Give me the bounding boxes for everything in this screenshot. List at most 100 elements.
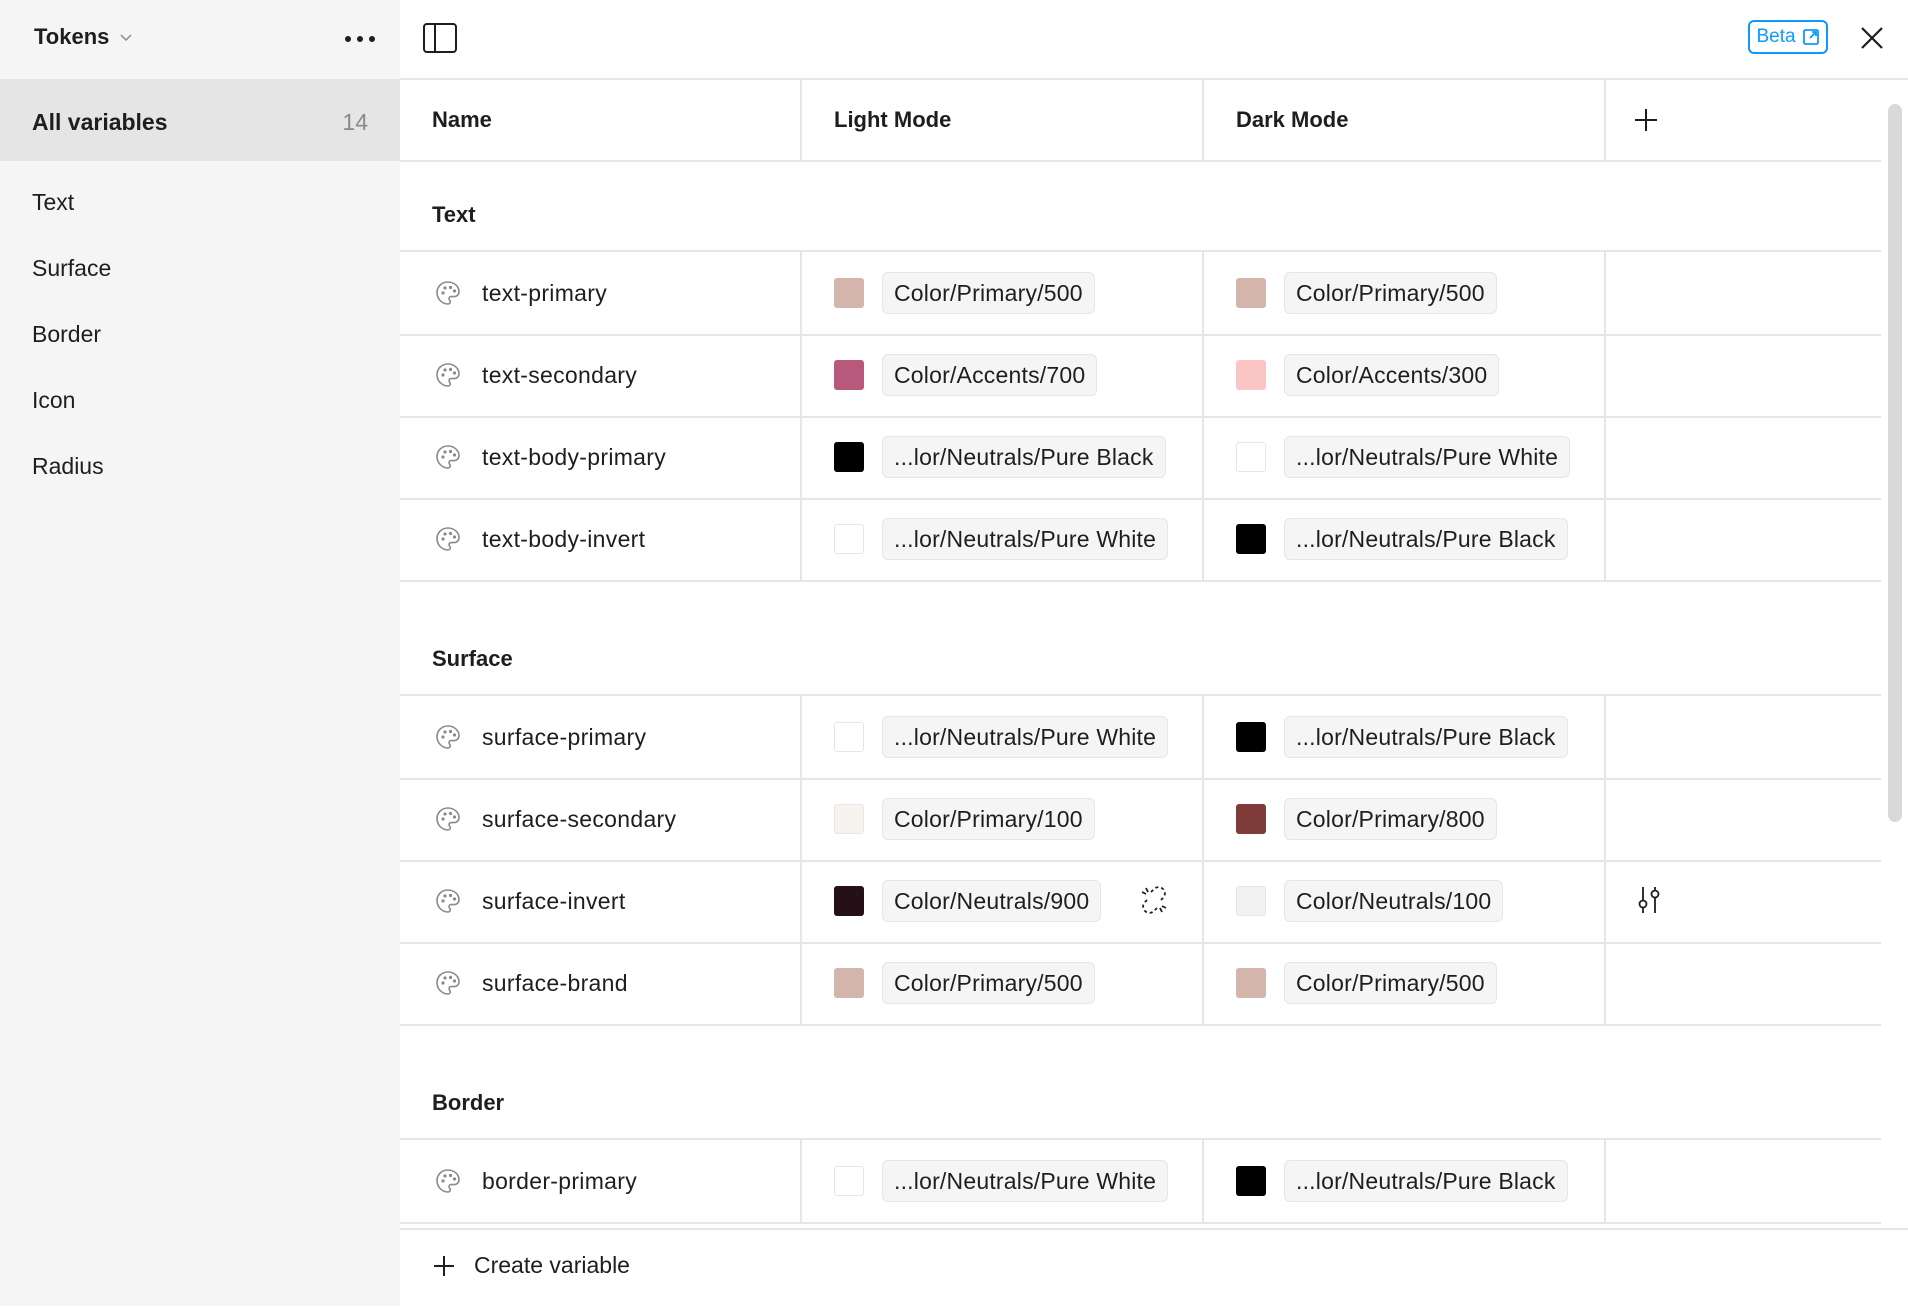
- beta-badge[interactable]: Beta: [1748, 20, 1828, 54]
- color-swatch[interactable]: [1236, 524, 1266, 554]
- variable-name-cell[interactable]: text-body-invert: [400, 498, 800, 580]
- light-mode-cell[interactable]: Color/Neutrals/900: [802, 860, 1202, 942]
- column-divider: [1604, 1140, 1606, 1222]
- color-swatch[interactable]: [834, 524, 864, 554]
- alias-pill[interactable]: Color/Primary/100: [882, 798, 1095, 840]
- add-mode-plus-icon[interactable]: [1632, 106, 1660, 134]
- variable-name-cell[interactable]: border-primary: [400, 1140, 800, 1222]
- close-icon[interactable]: [1856, 22, 1888, 54]
- variable-name-cell[interactable]: text-secondary: [400, 334, 800, 416]
- color-swatch[interactable]: [1236, 804, 1266, 834]
- panel-toggle-icon[interactable]: [422, 22, 458, 54]
- variable-name-cell[interactable]: surface-primary: [400, 696, 800, 778]
- color-swatch[interactable]: [834, 968, 864, 998]
- table-row[interactable]: text-secondary Color/Accents/700 Color/Acc…: [400, 334, 1881, 418]
- alias-pill[interactable]: ...lor/Neutrals/Pure White: [1284, 436, 1571, 478]
- color-swatch[interactable]: [834, 722, 864, 752]
- dark-mode-cell[interactable]: Color/Primary/500: [1204, 942, 1604, 1024]
- table-row[interactable]: surface-brand Color/Primary/500 Color/Prim…: [400, 942, 1881, 1026]
- light-mode-cell[interactable]: ...lor/Neutrals/Pure Black: [802, 416, 1202, 498]
- sidebar-item-surface[interactable]: Surface: [0, 241, 400, 295]
- light-mode-cell[interactable]: ...lor/Neutrals/Pure White: [802, 696, 1202, 778]
- alias-pill[interactable]: Color/Primary/500: [882, 962, 1095, 1004]
- dark-mode-cell[interactable]: Color/Primary/800: [1204, 778, 1604, 860]
- group-header-surface: Surface: [400, 580, 1881, 696]
- table-row[interactable]: text-primary Color/Primary/500 Color/Prima…: [400, 252, 1881, 336]
- color-swatch[interactable]: [1236, 442, 1266, 472]
- dark-mode-cell[interactable]: Color/Neutrals/100: [1204, 860, 1604, 942]
- alias-pill[interactable]: Color/Neutrals/900: [882, 880, 1102, 922]
- dark-mode-cell[interactable]: ...lor/Neutrals/Pure White: [1204, 416, 1604, 498]
- light-mode-cell[interactable]: ...lor/Neutrals/Pure White: [802, 498, 1202, 580]
- create-variable-button[interactable]: Create variable: [432, 1252, 630, 1279]
- color-swatch[interactable]: [834, 360, 864, 390]
- sidebar-item-border[interactable]: Border: [0, 307, 400, 361]
- all-variables-label: All variables: [32, 109, 168, 135]
- group-label: Text: [432, 202, 476, 227]
- color-swatch[interactable]: [834, 1166, 864, 1196]
- detach-link-icon[interactable]: [1138, 884, 1170, 916]
- group-label: Border: [432, 1090, 505, 1115]
- color-swatch[interactable]: [1236, 886, 1266, 916]
- scrollbar-thumb[interactable]: [1888, 104, 1902, 822]
- color-swatch[interactable]: [834, 442, 864, 472]
- alias-pill[interactable]: Color/Neutrals/100: [1284, 880, 1504, 922]
- dark-mode-cell[interactable]: Color/Primary/500: [1204, 252, 1604, 334]
- alias-pill[interactable]: ...lor/Neutrals/Pure White: [882, 1160, 1169, 1202]
- sidebar-item-label: Radius: [32, 453, 104, 479]
- sidebar-item-icon[interactable]: Icon: [0, 373, 400, 427]
- light-mode-cell[interactable]: Color/Primary/500: [802, 252, 1202, 334]
- color-swatch[interactable]: [1236, 722, 1266, 752]
- column-divider: [1202, 498, 1204, 580]
- alias-pill[interactable]: Color/Primary/800: [1284, 798, 1497, 840]
- light-mode-cell[interactable]: ...lor/Neutrals/Pure White: [802, 1140, 1202, 1222]
- color-swatch[interactable]: [834, 278, 864, 308]
- alias-pill[interactable]: ...lor/Neutrals/Pure Black: [1284, 716, 1568, 758]
- alias-pill[interactable]: Color/Accents/700: [882, 354, 1098, 396]
- dark-mode-cell[interactable]: Color/Accents/300: [1204, 334, 1604, 416]
- color-swatch[interactable]: [834, 886, 864, 916]
- color-swatch[interactable]: [1236, 278, 1266, 308]
- light-mode-cell[interactable]: Color/Primary/500: [802, 942, 1202, 1024]
- sidebar-item-all-variables[interactable]: All variables 14: [0, 79, 400, 161]
- collection-selector[interactable]: Tokens: [34, 24, 133, 50]
- light-mode-cell[interactable]: Color/Accents/700: [802, 334, 1202, 416]
- dark-mode-cell[interactable]: ...lor/Neutrals/Pure Black: [1204, 1140, 1604, 1222]
- alias-pill[interactable]: ...lor/Neutrals/Pure White: [882, 716, 1169, 758]
- table-row[interactable]: text-body-invert ...lor/Neutrals/Pure Whi…: [400, 498, 1881, 582]
- variable-name-cell[interactable]: text-body-primary: [400, 416, 800, 498]
- alias-pill[interactable]: ...lor/Neutrals/Pure White: [882, 518, 1169, 560]
- table-row[interactable]: surface-invert Color/Neutrals/900 Color/Ne…: [400, 860, 1881, 944]
- table-row[interactable]: border-primary ...lor/Neutrals/Pure White…: [400, 1140, 1881, 1224]
- alias-pill[interactable]: ...lor/Neutrals/Pure Black: [1284, 1160, 1568, 1202]
- variable-name-cell[interactable]: surface-brand: [400, 942, 800, 1024]
- variable-name-cell[interactable]: text-primary: [400, 252, 800, 334]
- column-divider: [1604, 334, 1606, 416]
- table-row[interactable]: text-body-primary ...lor/Neutrals/Pure Bl…: [400, 416, 1881, 500]
- alias-pill[interactable]: Color/Primary/500: [1284, 272, 1497, 314]
- color-swatch[interactable]: [1236, 968, 1266, 998]
- alias-pill[interactable]: Color/Accents/300: [1284, 354, 1500, 396]
- variable-name-cell[interactable]: surface-secondary: [400, 778, 800, 860]
- alias-pill[interactable]: ...lor/Neutrals/Pure Black: [1284, 518, 1568, 560]
- sidebar-item-text[interactable]: Text: [0, 175, 400, 229]
- column-header-light-mode[interactable]: Light Mode: [834, 80, 1194, 160]
- sidebar-item-radius[interactable]: Radius: [0, 439, 400, 493]
- column-header-dark-mode[interactable]: Dark Mode: [1236, 80, 1596, 160]
- table-row[interactable]: surface-secondary Color/Primary/100 Color/…: [400, 778, 1881, 862]
- table-row[interactable]: surface-primary ...lor/Neutrals/Pure Whit…: [400, 696, 1881, 780]
- more-icon[interactable]: [340, 26, 380, 52]
- light-mode-cell[interactable]: Color/Primary/100: [802, 778, 1202, 860]
- variable-name-cell[interactable]: surface-invert: [400, 860, 800, 942]
- color-swatch[interactable]: [1236, 1166, 1266, 1196]
- alias-pill[interactable]: ...lor/Neutrals/Pure Black: [882, 436, 1166, 478]
- group-label: Surface: [432, 646, 513, 671]
- column-header-name[interactable]: Name: [432, 80, 792, 160]
- dark-mode-cell[interactable]: ...lor/Neutrals/Pure Black: [1204, 696, 1604, 778]
- color-swatch[interactable]: [1236, 360, 1266, 390]
- adjust-icon[interactable]: [1634, 884, 1664, 916]
- dark-mode-cell[interactable]: ...lor/Neutrals/Pure Black: [1204, 498, 1604, 580]
- alias-pill[interactable]: Color/Primary/500: [1284, 962, 1497, 1004]
- color-swatch[interactable]: [834, 804, 864, 834]
- alias-pill[interactable]: Color/Primary/500: [882, 272, 1095, 314]
